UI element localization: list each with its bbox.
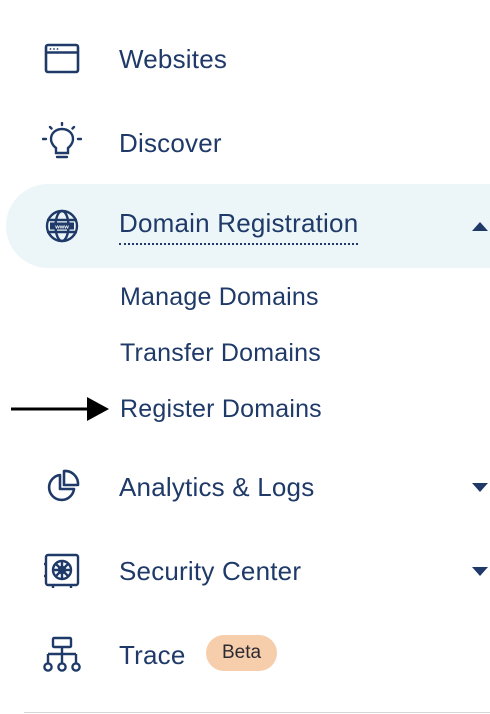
chevron-up-icon[interactable] xyxy=(472,221,488,231)
sub-item-register-domains[interactable]: Register Domains xyxy=(120,395,322,424)
sidebar-item-label: Domain Registration xyxy=(119,208,359,245)
globe-www-icon: www xyxy=(40,204,84,248)
sidebar-item-discover[interactable]: Discover xyxy=(0,101,490,185)
sidebar-item-analytics-logs[interactable]: Analytics & Logs xyxy=(0,445,490,529)
network-tree-icon xyxy=(40,633,84,677)
sidebar-item-label: Analytics & Logs xyxy=(119,471,315,502)
svg-text:www: www xyxy=(54,225,69,231)
chevron-down-icon[interactable] xyxy=(472,566,488,576)
browser-window-icon xyxy=(40,37,84,81)
sidebar-item-websites[interactable]: Websites xyxy=(0,17,490,101)
sub-item-transfer-domains[interactable]: Transfer Domains xyxy=(120,339,321,368)
sidebar-item-security-center[interactable]: Security Center xyxy=(0,529,490,613)
sidebar-item-label: Trace xyxy=(119,639,186,670)
divider xyxy=(24,712,490,713)
sidebar-item-label: Websites xyxy=(119,43,228,74)
sidebar-item-trace[interactable]: Trace Beta xyxy=(0,613,490,697)
sub-item-manage-domains[interactable]: Manage Domains xyxy=(120,283,319,312)
lightbulb-icon xyxy=(40,121,84,165)
sidebar-item-label: Discover xyxy=(119,127,222,158)
sidebar-item-domain-registration[interactable]: www Domain Registration xyxy=(6,184,490,268)
pie-chart-icon xyxy=(40,465,84,509)
pointer-arrow-icon xyxy=(11,397,109,421)
safe-vault-icon xyxy=(40,549,84,593)
chevron-down-icon[interactable] xyxy=(472,482,488,492)
sidebar-nav: Websites Discover www Domain Registratio… xyxy=(0,0,490,714)
sidebar-item-label: Security Center xyxy=(119,555,302,586)
beta-badge: Beta xyxy=(206,635,278,671)
